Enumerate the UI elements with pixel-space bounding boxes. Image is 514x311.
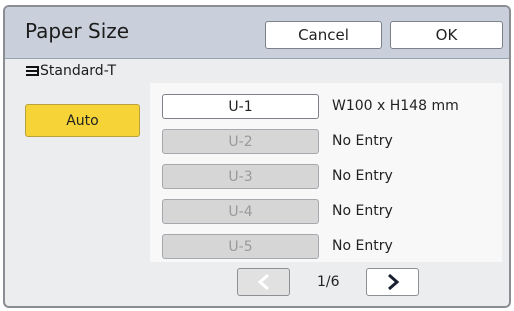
slot-size: No Entry — [332, 238, 393, 254]
list-item: U-2 No Entry — [162, 129, 502, 154]
dialog-header: Paper Size Cancel OK — [5, 7, 509, 59]
section-label: Standard-T — [40, 63, 117, 79]
paper-size-dialog: Paper Size Cancel OK Standard-T Auto U-1… — [3, 5, 511, 308]
list-icon — [26, 65, 39, 77]
slot-size: No Entry — [332, 133, 393, 149]
dialog-title: Paper Size — [25, 19, 130, 43]
chevron-right-icon — [387, 273, 399, 291]
slot-size: No Entry — [332, 203, 393, 219]
slot-button-u4[interactable]: U-4 — [162, 199, 319, 224]
chevron-left-icon — [257, 273, 269, 291]
auto-button[interactable]: Auto — [25, 104, 140, 137]
list-item: U-3 No Entry — [162, 164, 502, 189]
custom-size-list: U-1 W100 x H148 mm U-2 No Entry U-3 No E… — [150, 83, 502, 262]
next-page-button[interactable] — [366, 268, 419, 296]
ok-button[interactable]: OK — [390, 21, 503, 49]
slot-button-u2[interactable]: U-2 — [162, 129, 319, 154]
slot-size: W100 x H148 mm — [332, 98, 459, 114]
previous-page-button[interactable] — [237, 268, 290, 296]
page-indicator: 1/6 — [317, 274, 340, 290]
list-item: U-4 No Entry — [162, 199, 502, 224]
list-item: U-5 No Entry — [162, 234, 502, 259]
paper-tray-label: Standard-T — [26, 63, 116, 79]
slot-button-u3[interactable]: U-3 — [162, 164, 319, 189]
slot-button-u1[interactable]: U-1 — [162, 94, 319, 119]
slot-size: No Entry — [332, 168, 393, 184]
list-item: U-1 W100 x H148 mm — [162, 94, 502, 119]
cancel-button[interactable]: Cancel — [265, 21, 382, 49]
slot-button-u5[interactable]: U-5 — [162, 234, 319, 259]
